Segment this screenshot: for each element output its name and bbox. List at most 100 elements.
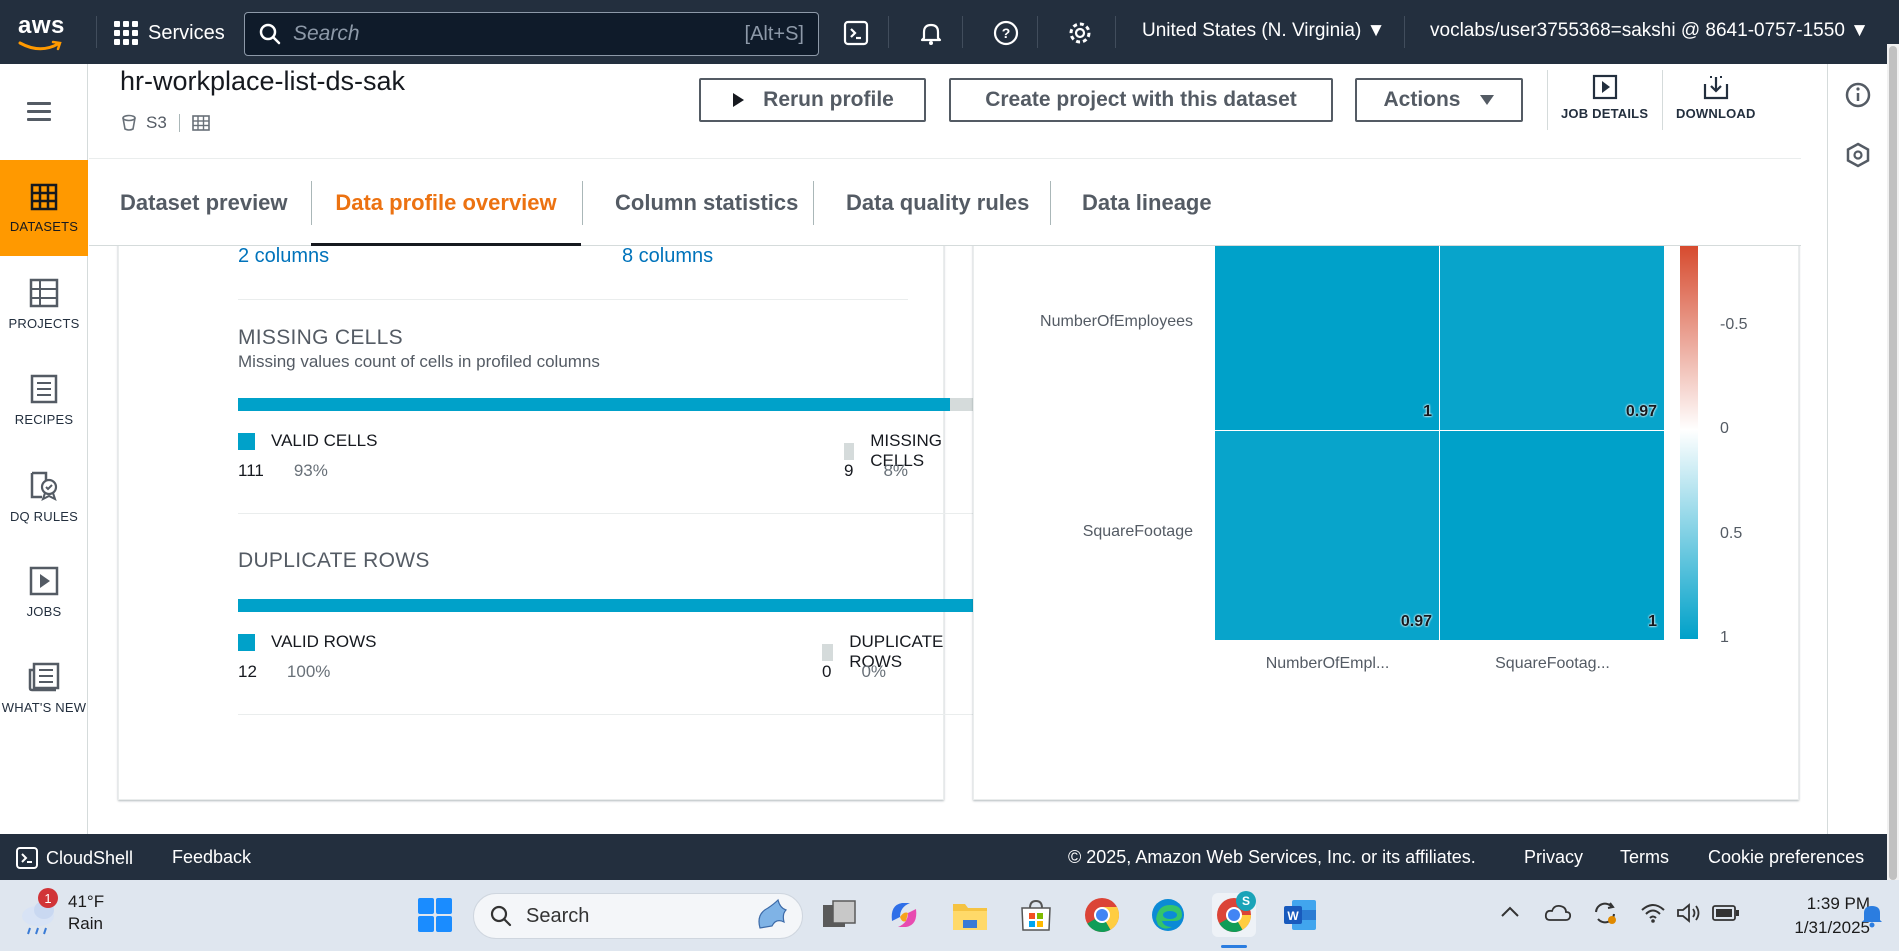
heatmap-row-label: SquareFootage — [1082, 523, 1193, 540]
search-input[interactable] — [293, 22, 745, 46]
settings-gear-icon[interactable] — [1064, 17, 1096, 49]
microsoft-store-icon[interactable] — [1014, 893, 1058, 937]
rail-item-projects[interactable]: PROJECTS — [0, 256, 88, 352]
account-menu[interactable]: voclabs/user3755368=sakshi @ 8641-0757-1… — [1430, 20, 1869, 42]
total-columns-link[interactable]: 8 columns — [622, 246, 713, 268]
page-scrollbar[interactable] — [1887, 44, 1899, 884]
weather-widget[interactable]: 1 41°F Rain — [16, 888, 104, 936]
duplicate-rows-pct: 0% — [861, 662, 887, 681]
play-icon — [733, 93, 745, 107]
security-hexagon-icon[interactable] — [1845, 142, 1871, 173]
rail-item-recipes[interactable]: RECIPES — [0, 352, 88, 448]
rail-item-jobs[interactable]: JOBS — [0, 544, 88, 640]
tab-data-profile-overview[interactable]: Data profile overview — [311, 159, 581, 247]
valid-swatch — [238, 633, 255, 651]
region-selector[interactable]: United States (N. Virginia) ▼ — [1142, 20, 1385, 42]
onedrive-icon[interactable] — [1544, 902, 1572, 927]
chrome-profile-icon[interactable]: S — [1212, 891, 1256, 937]
notification-bell-icon[interactable] — [1860, 902, 1884, 933]
actions-dropdown-button[interactable]: Actions — [1355, 78, 1523, 122]
valid-rows-bar-fill — [238, 599, 1004, 612]
chrome-profile-badge: S — [1236, 891, 1256, 911]
word-icon[interactable]: W — [1278, 893, 1322, 937]
rerun-profile-button[interactable]: Rerun profile — [699, 78, 926, 122]
download-button[interactable]: DOWNLOAD — [1676, 74, 1756, 121]
tab-dataset-preview[interactable]: Dataset preview — [120, 159, 288, 247]
clock-date: 1/31/2025 — [1794, 918, 1870, 937]
heatmap-value-label: 0.97 — [1400, 613, 1432, 630]
tab-column-statistics[interactable]: Column statistics — [615, 159, 798, 247]
valid-cells-legend: VALID CELLS — [238, 431, 377, 451]
chrome-icon[interactable] — [1080, 893, 1124, 937]
right-tools-rail — [1827, 64, 1887, 834]
clock-time: 1:39 PM — [1806, 894, 1870, 913]
file-explorer-icon[interactable] — [948, 893, 992, 937]
sync-icon[interactable] — [1592, 900, 1618, 931]
wifi-icon[interactable] — [1640, 902, 1666, 929]
rerun-profile-label: Rerun profile — [763, 88, 894, 111]
feedback-link[interactable]: Feedback — [172, 847, 251, 868]
heatmap-colorbar — [1680, 246, 1698, 639]
valid-cells-bar-fill — [238, 398, 951, 411]
valid-rows-values: 12 100% — [238, 662, 330, 682]
info-icon[interactable] — [1845, 82, 1871, 113]
global-search-box[interactable]: [Alt+S] — [244, 12, 819, 56]
tab-label: Dataset preview — [120, 190, 288, 215]
actions-label: Actions — [1383, 88, 1461, 111]
cloudshell-footer-button[interactable]: CloudShell — [16, 847, 133, 869]
terms-link[interactable]: Terms — [1620, 847, 1669, 868]
table-format-icon — [191, 115, 210, 131]
services-menu-button[interactable]: Services — [114, 18, 225, 48]
cloudshell-icon[interactable] — [840, 17, 872, 49]
notifications-bell-icon[interactable] — [915, 17, 947, 49]
summary-card: 2 columns 8 columns MISSING CELLS Missin… — [118, 246, 1004, 800]
tab-data-lineage[interactable]: Data lineage — [1082, 159, 1212, 247]
correlation-card: NumberOfEmployees 1 0.97 SquareFootage 0.97 1… — [973, 246, 1799, 800]
dataset-tabs: Dataset preview Data profile overview Co… — [89, 158, 1801, 247]
heatmap-cell[interactable] — [1440, 431, 1664, 640]
windows-start-icon[interactable] — [413, 893, 457, 937]
rail-item-whats-new[interactable]: WHAT'S NEW — [0, 640, 88, 736]
colorbar-tick-label: 0 — [1720, 420, 1729, 437]
copilot-icon[interactable] — [882, 893, 926, 937]
system-clock[interactable]: 1:39 PM 1/31/2025 — [1760, 892, 1870, 940]
volume-icon[interactable] — [1676, 902, 1702, 929]
aws-logo[interactable]: aws — [14, 10, 70, 54]
show-hidden-icons-chevron-icon[interactable] — [1500, 904, 1520, 923]
privacy-link[interactable]: Privacy — [1524, 847, 1583, 868]
duplicate-rows-bar — [238, 599, 1004, 612]
missing-cells-description: Missing values count of cells in profile… — [238, 352, 600, 371]
left-navigation-rail: DATASETS PROJECTS RECIPES DQ RULES JOBS … — [0, 64, 88, 834]
dataset-title: hr-workplace-list-ds-sak — [120, 66, 406, 96]
create-project-label: Create project with this dataset — [985, 88, 1297, 111]
cookie-preferences-link[interactable]: Cookie preferences — [1708, 847, 1864, 868]
weather-description: Rain — [68, 914, 103, 933]
rail-item-datasets[interactable]: DATASETS — [0, 160, 88, 256]
job-details-button[interactable]: JOB DETAILS — [1561, 74, 1648, 121]
page-scrollbar-thumb[interactable] — [1889, 46, 1897, 880]
s3-bucket-icon — [122, 114, 136, 131]
console-footer: CloudShell Feedback © 2025, Amazon Web S… — [0, 834, 1887, 880]
aws-smile-icon — [18, 40, 62, 51]
heatmap-cell[interactable] — [1215, 431, 1439, 640]
duplicate-rows-count: 0 — [822, 662, 832, 681]
valid-rows-legend: VALID ROWS — [238, 632, 376, 652]
battery-icon[interactable] — [1712, 904, 1740, 927]
help-icon[interactable]: ? — [990, 17, 1022, 49]
projects-icon — [29, 278, 59, 307]
edge-icon[interactable] — [1146, 893, 1190, 937]
missing-swatch — [844, 442, 855, 460]
taskbar-search-box[interactable]: Search — [473, 893, 803, 939]
valid-cells-values: 111 93% — [238, 461, 328, 481]
services-label: Services — [148, 21, 225, 44]
rail-label: RECIPES — [14, 411, 74, 427]
colorbar-tick-label: 0.5 — [1720, 524, 1743, 542]
profiled-columns-link[interactable]: 2 columns — [238, 246, 329, 268]
rail-item-dq-rules[interactable]: DQ RULES — [0, 448, 88, 544]
hamburger-menu-icon[interactable] — [27, 102, 51, 122]
datasets-icon — [30, 183, 58, 210]
tab-data-quality-rules[interactable]: Data quality rules — [846, 159, 1029, 247]
correlation-heatmap: NumberOfEmployees 1 0.97 SquareFootage 0.97 1… — [974, 246, 1800, 801]
task-view-icon[interactable] — [817, 893, 861, 937]
create-project-button[interactable]: Create project with this dataset — [949, 78, 1333, 122]
